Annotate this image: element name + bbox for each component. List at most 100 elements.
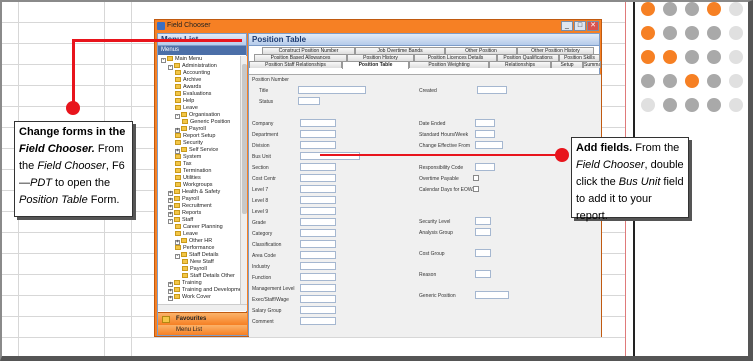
- field-input[interactable]: [300, 185, 336, 193]
- tab-position-licences-details[interactable]: Position Licences Details: [414, 54, 497, 61]
- tree-item[interactable]: Payroll: [182, 266, 207, 273]
- field-input[interactable]: [475, 141, 503, 149]
- tree-item[interactable]: Security: [175, 140, 203, 147]
- tab-position-table[interactable]: Position Table: [342, 61, 409, 69]
- tree-item[interactable]: Evaluations: [175, 91, 211, 98]
- tree-item[interactable]: Accounting: [175, 70, 210, 77]
- tab-summary[interactable]: Summary: [583, 61, 601, 68]
- menu-list-button[interactable]: Menu List: [158, 325, 247, 335]
- field-input[interactable]: [300, 284, 336, 292]
- field-input[interactable]: [475, 249, 491, 257]
- favourites-button[interactable]: Favourites: [158, 312, 247, 325]
- tab-other-position[interactable]: Other Position: [445, 47, 517, 54]
- tree-item[interactable]: + Other HR: [175, 238, 212, 245]
- field-input[interactable]: [300, 141, 336, 149]
- field-input[interactable]: [300, 317, 336, 325]
- checkbox[interactable]: [473, 175, 479, 181]
- field-input[interactable]: [475, 291, 509, 299]
- tree-item[interactable]: + Self Service: [175, 147, 218, 154]
- field-label: Division: [252, 143, 270, 149]
- field-input[interactable]: [300, 196, 336, 204]
- tree-item[interactable]: - Staff Details: [175, 252, 219, 259]
- tree-item[interactable]: + Recruitment: [168, 203, 212, 210]
- field-input[interactable]: [300, 306, 336, 314]
- expand-toggle-icon[interactable]: -: [161, 58, 166, 63]
- field-input[interactable]: [300, 262, 336, 270]
- tree-item[interactable]: Awards: [175, 84, 201, 91]
- field-input[interactable]: [298, 86, 366, 94]
- tree-item[interactable]: - Administration: [168, 63, 217, 70]
- tree-item[interactable]: + Payroll: [168, 196, 199, 203]
- tree-item[interactable]: Archive: [175, 77, 201, 84]
- tree-item[interactable]: Career Planning: [175, 224, 223, 231]
- tab-position-staff-relationships[interactable]: Position Staff Relationships: [249, 61, 342, 68]
- field-input[interactable]: [300, 273, 336, 281]
- field-input[interactable]: [300, 130, 336, 138]
- tree-item[interactable]: Performance: [175, 245, 215, 252]
- tree-item[interactable]: - Organisation: [175, 112, 220, 119]
- ruled-line: [2, 337, 625, 338]
- tree-item[interactable]: + Reports: [168, 210, 201, 217]
- field-input[interactable]: [300, 174, 336, 182]
- field-input[interactable]: [475, 217, 491, 225]
- tree-item[interactable]: System: [175, 154, 201, 161]
- tree-item[interactable]: - Staff: [168, 217, 193, 224]
- tree-item[interactable]: Generic Position: [182, 119, 230, 126]
- tab-position-qualifications[interactable]: Position Qualifications: [497, 54, 559, 61]
- checkbox[interactable]: [473, 186, 479, 192]
- field-input[interactable]: [475, 228, 491, 236]
- tree-item[interactable]: + Work Cover: [168, 294, 211, 301]
- field-input[interactable]: [475, 130, 495, 138]
- tab-other-position-history[interactable]: Other Position History: [517, 47, 594, 54]
- tree-item[interactable]: Workgroups: [175, 182, 213, 189]
- expand-toggle-icon[interactable]: -: [168, 219, 173, 224]
- field-input[interactable]: [475, 119, 495, 127]
- tree-item[interactable]: Leave: [175, 231, 198, 238]
- tree-item-label: Payroll: [182, 196, 199, 202]
- tree-item[interactable]: + Training and Development: [168, 287, 240, 294]
- field-input[interactable]: [300, 295, 336, 303]
- tab-job-overtime-bands[interactable]: Job Overtime Bands: [355, 47, 445, 54]
- tab-position-skills[interactable]: Position Skills: [559, 54, 600, 61]
- field-input[interactable]: [475, 163, 495, 171]
- tree-hscrollbar[interactable]: [158, 304, 247, 311]
- tree-item-label: Workgroups: [183, 182, 213, 188]
- tree-item[interactable]: - Main Menu: [161, 56, 202, 63]
- field-input[interactable]: [300, 207, 336, 215]
- close-button[interactable]: ✕: [587, 21, 599, 31]
- tab-position-based-allowances[interactable]: Position Based Allowances: [254, 54, 347, 61]
- tree-item[interactable]: Leave: [175, 105, 198, 112]
- expand-toggle-icon[interactable]: -: [175, 114, 180, 119]
- expand-toggle-icon[interactable]: +: [168, 296, 173, 301]
- maximize-button[interactable]: □: [574, 21, 586, 31]
- expand-toggle-icon[interactable]: -: [175, 254, 180, 259]
- tab-relationships[interactable]: Relationships: [489, 61, 551, 68]
- expand-toggle-icon[interactable]: -: [168, 65, 173, 70]
- tree-scrollbar[interactable]: [240, 56, 247, 304]
- tab-position-history[interactable]: Position History: [347, 54, 414, 61]
- minimize-button[interactable]: _: [561, 21, 573, 31]
- tab-position-weighting[interactable]: Position Weighting: [409, 61, 489, 68]
- field-input[interactable]: [475, 270, 491, 278]
- tree-item[interactable]: Help: [175, 98, 194, 105]
- field-input[interactable]: [298, 97, 320, 105]
- field-input[interactable]: [300, 119, 336, 127]
- tree-item[interactable]: New Staff: [182, 259, 214, 266]
- tree-item[interactable]: + Health & Safety: [168, 189, 220, 196]
- tree-item[interactable]: Report Setup: [175, 133, 215, 140]
- field-input[interactable]: [300, 251, 336, 259]
- field-input[interactable]: [300, 163, 336, 171]
- tree-item[interactable]: Staff Details Other: [182, 273, 235, 280]
- tab-setup[interactable]: Setup: [551, 61, 583, 68]
- tree-item[interactable]: + Payroll: [175, 126, 206, 133]
- tree-item[interactable]: Termination: [175, 168, 211, 175]
- tree-item[interactable]: + Training: [168, 280, 202, 287]
- field-input[interactable]: [300, 240, 336, 248]
- field-input[interactable]: [300, 229, 336, 237]
- field-input[interactable]: [300, 218, 336, 226]
- tree-item[interactable]: Tax: [175, 161, 192, 168]
- tree-item[interactable]: Utilities: [175, 175, 201, 182]
- tab-construct-position-number[interactable]: Construct Position Number: [262, 47, 355, 54]
- scrollbar-thumb[interactable]: [242, 64, 247, 214]
- field-input[interactable]: [477, 86, 507, 94]
